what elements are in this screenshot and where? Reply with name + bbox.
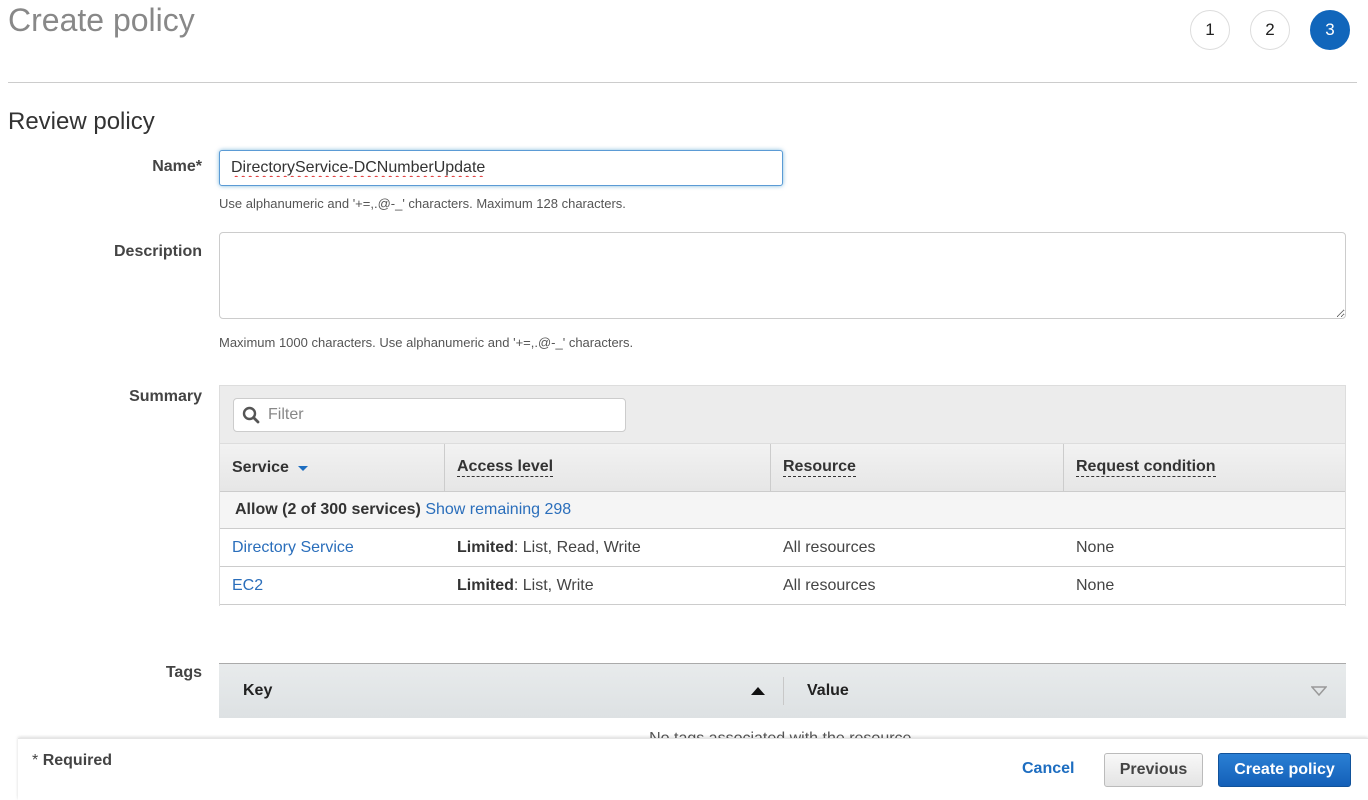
column-access-level[interactable]: Access level [445, 444, 771, 491]
filter-field[interactable] [233, 398, 626, 432]
column-label: Request condition [1076, 458, 1216, 477]
required-star: * [32, 752, 39, 769]
create-policy-button[interactable]: Create policy [1218, 753, 1351, 787]
table-row: Directory Service Limited: List, Read, W… [220, 529, 1345, 567]
resource-cell: All resources [783, 576, 876, 594]
column-service[interactable]: Service [220, 444, 445, 491]
name-label: Name* [152, 158, 202, 175]
column-label: Access level [457, 458, 554, 477]
allow-count: Allow (2 of 300 services) [235, 501, 421, 518]
step-2[interactable]: 2 [1250, 10, 1290, 50]
step-3-current: 3 [1310, 10, 1350, 50]
access-level-bold: Limited [457, 576, 514, 594]
tags-label: Tags [165, 664, 202, 681]
tags-column-key[interactable]: Key [219, 664, 783, 718]
sort-down-icon [1311, 686, 1327, 696]
column-resource[interactable]: Resource [771, 444, 1064, 491]
access-level-cell: Limited: List, Read, Write [445, 539, 771, 557]
tags-table-header: Key Value [219, 663, 1346, 718]
required-note: * Required [32, 752, 112, 770]
page-title: Create policy [8, 2, 195, 38]
access-level-detail: : List, Read, Write [513, 538, 641, 556]
step-1[interactable]: 1 [1190, 10, 1230, 50]
wizard-stepper: 1 2 3 [1190, 10, 1350, 50]
cancel-button[interactable]: Cancel [1022, 760, 1074, 778]
column-label: Resource [783, 458, 856, 477]
access-level-bold: Limited [457, 538, 514, 556]
tags-column-value[interactable]: Value [784, 664, 1346, 718]
condition-cell: None [1076, 538, 1115, 556]
column-label: Key [243, 682, 273, 699]
sort-up-icon [751, 687, 765, 695]
summary-table: Service Access level Resource Request co… [219, 385, 1346, 606]
access-level-cell: Limited: List, Write [445, 577, 771, 595]
description-textarea[interactable] [219, 232, 1346, 319]
column-label: Value [807, 682, 849, 699]
summary-label: Summary [129, 388, 202, 405]
footer-bar: * Required Cancel Previous Create policy [18, 738, 1368, 800]
header-divider [8, 82, 1357, 83]
previous-button[interactable]: Previous [1104, 753, 1203, 787]
section-title: Review policy [8, 108, 155, 135]
access-level-detail: : List, Write [513, 576, 594, 594]
column-label: Service [232, 458, 289, 476]
filter-bar [220, 386, 1345, 444]
show-remaining-link[interactable]: Show remaining 298 [425, 501, 571, 519]
condition-cell: None [1076, 576, 1115, 594]
name-hint: Use alphanumeric and '+=,.@-_' character… [219, 196, 626, 211]
table-row: EC2 Limited: List, Write All resources N… [220, 567, 1345, 605]
required-label: Required [42, 752, 113, 769]
description-label: Description [113, 243, 202, 260]
description-hint: Maximum 1000 characters. Use alphanumeri… [219, 335, 634, 350]
table-header: Service Access level Resource Request co… [220, 444, 1345, 492]
sort-down-icon [297, 465, 308, 471]
service-link[interactable]: Directory Service [232, 539, 354, 556]
filter-input[interactable] [266, 405, 606, 425]
policy-name-input[interactable] [219, 150, 783, 186]
search-icon [242, 406, 260, 424]
service-link[interactable]: EC2 [232, 577, 263, 594]
column-request-condition[interactable]: Request condition [1064, 444, 1345, 491]
allow-group-row: Allow (2 of 300 services) Show remaining… [220, 492, 1345, 529]
resource-cell: All resources [783, 538, 876, 556]
